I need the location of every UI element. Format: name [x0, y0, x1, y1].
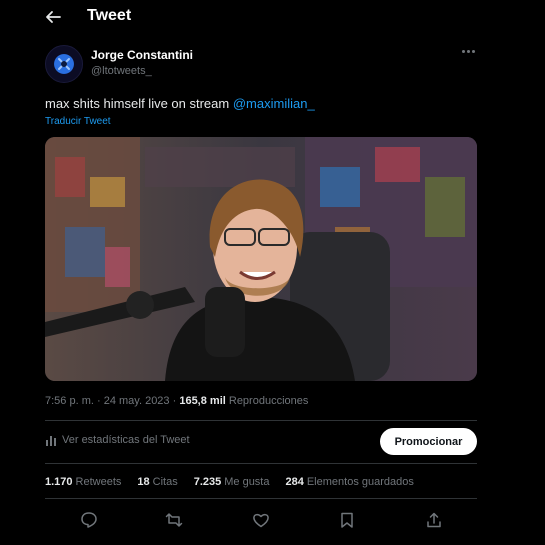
avatar[interactable] — [45, 45, 83, 83]
promote-button[interactable]: Promocionar — [380, 428, 477, 455]
action-bar — [45, 505, 477, 535]
reply-icon[interactable] — [80, 511, 98, 529]
quotes-count[interactable]: 18 Citas — [137, 476, 177, 488]
tweet-meta: 7:56 p. m. · 24 may. 2023 · 165,8 mil Re… — [45, 395, 309, 407]
tweet-body: max shits himself live on stream — [45, 96, 233, 111]
share-icon[interactable] — [425, 511, 443, 529]
author-handle[interactable]: @ltotweets_ — [91, 65, 152, 77]
author-name[interactable]: Jorge Constantini — [91, 48, 193, 62]
view-stats-link[interactable]: Ver estadísticas del Tweet — [45, 434, 190, 446]
views-label: Reproducciones — [228, 395, 309, 407]
translate-link[interactable]: Traducir Tweet — [45, 116, 111, 127]
retweets-count[interactable]: 1.170 Retweets — [45, 476, 121, 488]
tweet-time[interactable]: 7:56 p. m. — [45, 395, 94, 407]
video-frame — [45, 137, 477, 381]
mention-link[interactable]: @maximilian_ — [233, 96, 315, 111]
avatar-image — [58, 58, 70, 70]
engagement-counts: 1.170 Retweets 18 Citas 7.235 Me gusta 284 E… — [45, 476, 430, 488]
view-stats-label: Ver estadísticas del Tweet — [62, 434, 190, 446]
bookmarks-count[interactable]: 284 Elementos guardados — [285, 476, 413, 488]
tweet-video[interactable] — [45, 137, 477, 381]
divider — [45, 498, 477, 499]
bar-chart-icon — [46, 436, 56, 446]
page-title: Tweet — [87, 7, 132, 24]
bookmark-icon[interactable] — [338, 511, 356, 529]
divider — [45, 420, 477, 421]
tweet-text: max shits himself live on stream @maximi… — [45, 96, 315, 111]
like-icon[interactable] — [252, 511, 270, 529]
retweet-icon[interactable] — [165, 511, 183, 529]
more-icon[interactable] — [462, 46, 478, 56]
tweet-date[interactable]: 24 may. 2023 — [104, 395, 170, 407]
divider — [45, 463, 477, 464]
back-arrow-icon[interactable] — [44, 8, 62, 26]
top-bar: Tweet — [0, 0, 545, 34]
views-count: 165,8 mil — [179, 395, 226, 407]
likes-count[interactable]: 7.235 Me gusta — [194, 476, 270, 488]
